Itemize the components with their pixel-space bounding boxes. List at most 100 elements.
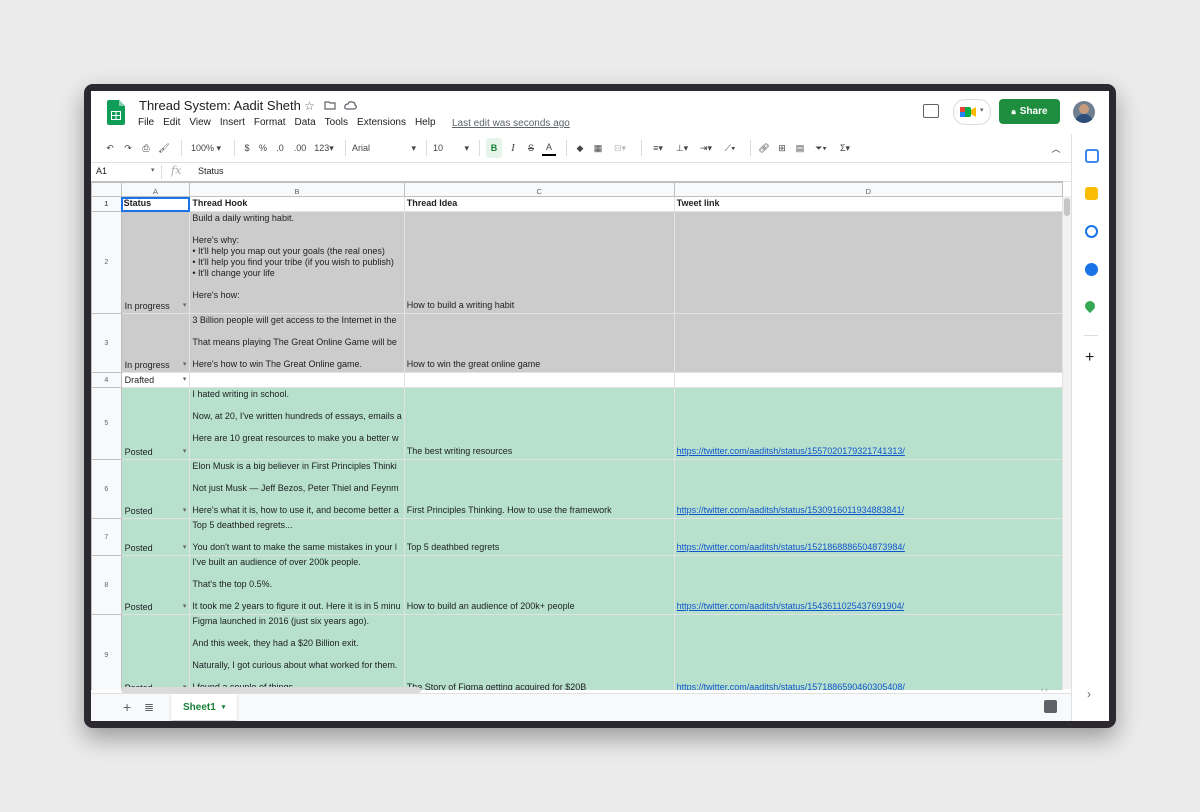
status-dropdown-icon[interactable]: ▾ — [183, 602, 187, 612]
zoom-select[interactable]: 100% ▾ — [188, 138, 224, 158]
tweet-link-cell[interactable] — [673, 313, 1063, 373]
undo-icon[interactable]: ↶ — [103, 138, 117, 158]
name-box[interactable]: A1 — [96, 166, 107, 176]
get-addons-icon[interactable]: + — [1085, 349, 1094, 367]
bold-button[interactable]: B — [486, 138, 502, 158]
cell-a1[interactable]: Status — [120, 196, 191, 212]
status-cell[interactable]: Posted▾ — [120, 387, 191, 460]
hook-cell[interactable]: I hated writing in school. Now, at 20, I'… — [189, 387, 405, 460]
row-header[interactable]: 4 — [91, 372, 122, 388]
row-header[interactable]: 8 — [91, 555, 122, 615]
document-title[interactable]: Thread System: Aadit Sheth — [139, 98, 301, 113]
status-cell[interactable]: Posted▾ — [120, 614, 191, 690]
move-folder-icon[interactable] — [324, 100, 336, 110]
tweet-link[interactable]: https://twitter.com/aaditsh/status/15718… — [675, 681, 1061, 690]
tweet-link-cell[interactable]: https://twitter.com/aaditsh/status/15570… — [673, 387, 1063, 460]
show-side-panel-icon[interactable]: › — [1087, 687, 1091, 701]
italic-button[interactable]: I — [506, 138, 520, 158]
vertical-scroll-thumb[interactable] — [1064, 198, 1070, 216]
row-header[interactable]: 6 — [91, 459, 122, 519]
hook-cell[interactable]: Elon Musk is a big believer in First Pri… — [189, 459, 405, 519]
status-cell[interactable]: Posted▾ — [120, 459, 191, 519]
star-icon[interactable]: ☆ — [304, 99, 315, 113]
vertical-scrollbar[interactable] — [1063, 196, 1071, 689]
idea-cell[interactable]: How to win the great online game — [403, 313, 675, 373]
decrease-decimal-button[interactable]: .0 — [273, 138, 287, 158]
meet-button[interactable]: ▾ — [953, 99, 991, 125]
menu-extensions[interactable]: Extensions — [357, 117, 406, 128]
print-icon[interactable]: ⎙ — [139, 138, 153, 158]
insert-chart-icon[interactable]: ▤ — [793, 138, 807, 158]
name-box-dropdown-icon[interactable]: ▾ — [151, 166, 155, 174]
status-cell[interactable]: In progress ▾ — [120, 211, 191, 314]
add-sheet-icon[interactable]: + — [123, 699, 131, 715]
merge-cells-icon[interactable]: ⊟▾ — [609, 138, 631, 158]
status-cell[interactable]: Drafted ▾ — [120, 372, 191, 388]
column-header-a[interactable]: A — [120, 182, 191, 197]
explore-icon[interactable] — [1044, 700, 1057, 713]
idea-cell[interactable] — [403, 372, 675, 388]
formula-input[interactable]: Status — [198, 166, 224, 176]
menu-edit[interactable]: Edit — [163, 117, 180, 128]
share-button[interactable]: 🔒︎ Share — [999, 99, 1060, 124]
insert-link-icon[interactable]: 🔗︎ — [757, 138, 771, 158]
borders-icon[interactable]: ▦ — [591, 138, 605, 158]
column-header-c[interactable]: C — [403, 182, 675, 197]
sheets-logo-icon[interactable] — [107, 100, 125, 125]
tweet-link[interactable]: https://twitter.com/aaditsh/status/15218… — [675, 541, 1061, 555]
strikethrough-button[interactable]: S — [524, 138, 538, 158]
maps-icon[interactable] — [1082, 298, 1098, 314]
row-header[interactable]: 9 — [91, 614, 122, 690]
redo-icon[interactable]: ↷ — [121, 138, 135, 158]
menu-file[interactable]: File — [138, 117, 154, 128]
row-header[interactable]: 2 — [91, 211, 122, 314]
last-edit-link[interactable]: Last edit was seconds ago — [452, 118, 570, 129]
idea-cell[interactable]: How to build an audience of 200k+ people — [403, 555, 675, 615]
tweet-link[interactable]: https://twitter.com/aaditsh/status/15570… — [675, 445, 1061, 459]
idea-cell[interactable]: First Principles Thinking. How to use th… — [403, 459, 675, 519]
row-header[interactable]: 5 — [91, 387, 122, 460]
keep-icon[interactable] — [1085, 187, 1098, 200]
menu-data[interactable]: Data — [295, 117, 316, 128]
tweet-link[interactable]: https://twitter.com/aaditsh/status/15436… — [675, 600, 1061, 614]
status-cell[interactable]: Posted▾ — [120, 518, 191, 556]
tasks-icon[interactable] — [1085, 225, 1098, 238]
select-all-corner[interactable] — [91, 182, 122, 197]
text-rotation-icon[interactable]: ⟋▾ — [720, 138, 740, 158]
currency-button[interactable]: $ — [241, 138, 253, 158]
percent-button[interactable]: % — [257, 138, 269, 158]
idea-cell[interactable]: How to build a writing habit — [403, 211, 675, 314]
hook-cell[interactable]: Top 5 deathbed regrets... You don't want … — [189, 518, 405, 556]
idea-cell[interactable]: The Story of Figma getting acquired for … — [403, 614, 675, 690]
cell-c1[interactable]: Thread Idea — [403, 196, 675, 212]
text-wrap-icon[interactable]: ⇥▾ — [696, 138, 716, 158]
collapse-toolbar-icon[interactable]: ︿ — [1049, 138, 1063, 158]
cell-d1[interactable]: Tweet link — [673, 196, 1063, 212]
menu-help[interactable]: Help — [415, 117, 436, 128]
font-size-select[interactable]: 10 ▾ — [433, 138, 469, 158]
column-header-b[interactable]: B — [189, 182, 405, 197]
horizontal-align-icon[interactable]: ≡▾ — [648, 138, 668, 158]
idea-cell[interactable]: Top 5 deathbed regrets — [403, 518, 675, 556]
status-dropdown-icon[interactable]: ▾ — [183, 375, 187, 385]
fill-color-icon[interactable]: ◆ — [573, 138, 587, 158]
functions-button[interactable]: Σ ▾ — [835, 138, 855, 158]
status-dropdown-icon[interactable]: ▾ — [183, 447, 187, 457]
more-formats-select[interactable]: 123 ▾ — [313, 138, 335, 158]
tab-sheet1[interactable]: Sheet1 ▾ — [171, 694, 238, 720]
status-dropdown-icon[interactable]: ▾ — [183, 301, 187, 311]
tweet-link-cell[interactable] — [673, 211, 1063, 314]
comments-icon[interactable] — [923, 104, 939, 118]
tweet-link-cell[interactable]: https://twitter.com/aaditsh/status/15218… — [673, 518, 1063, 556]
tweet-link-cell[interactable] — [673, 372, 1063, 388]
tweet-link-cell[interactable]: https://twitter.com/aaditsh/status/15718… — [673, 614, 1063, 690]
column-header-d[interactable]: D — [673, 182, 1063, 197]
calendar-icon[interactable] — [1085, 149, 1099, 163]
cloud-status-icon[interactable] — [344, 100, 357, 110]
row-header[interactable]: 1 — [91, 196, 122, 212]
status-dropdown-icon[interactable]: ▾ — [183, 360, 187, 370]
row-header[interactable]: 3 — [91, 313, 122, 373]
status-cell[interactable]: Posted▾ — [120, 555, 191, 615]
hook-cell[interactable]: I've built an audience of over 200k peop… — [189, 555, 405, 615]
menu-view[interactable]: View — [189, 117, 211, 128]
